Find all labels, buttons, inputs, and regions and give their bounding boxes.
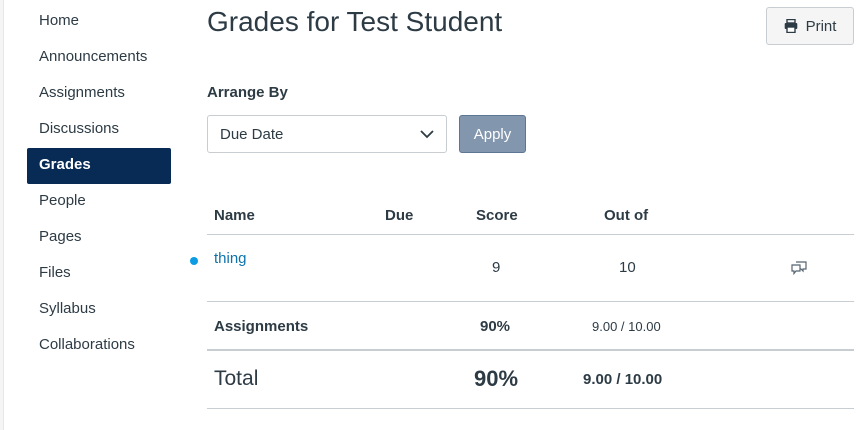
group-name: Assignments [214, 318, 309, 335]
total-score: 90% [474, 366, 519, 391]
sidebar-item-people[interactable]: People [27, 184, 171, 220]
column-header-out-of: Out of [604, 207, 649, 224]
print-label: Print [805, 17, 837, 35]
sidebar-item-files[interactable]: Files [27, 256, 171, 292]
sidebar-item-pages[interactable]: Pages [27, 220, 171, 256]
page-title: Grades for Test Student [207, 6, 503, 37]
assignment-out-of: 10 [619, 259, 636, 276]
sidebar-item-announcements[interactable]: Announcements [27, 40, 171, 76]
chevron-down-icon [420, 126, 434, 143]
table-row: thing 9 10 [190, 235, 854, 302]
column-header-due: Due [385, 207, 414, 224]
assignment-score: 9 [492, 259, 501, 276]
sidebar-item-assignments[interactable]: Assignments [27, 76, 171, 112]
total-out-of: 9.00 / 10.00 [583, 371, 663, 388]
total-row: Total 90% 9.00 / 10.00 [207, 351, 854, 409]
unread-indicator [190, 257, 198, 265]
comment-icon[interactable] [791, 261, 807, 279]
sidebar-item-grades[interactable]: Grades [27, 148, 171, 184]
column-header-score: Score [476, 207, 518, 224]
grades-table: Name Due Score Out of thing 9 10 Assignm… [190, 198, 854, 409]
table-header: Name Due Score Out of [207, 198, 854, 235]
left-edge [0, 0, 4, 430]
arrange-by-value: Due Date [220, 125, 284, 143]
sidebar-item-syllabus[interactable]: Syllabus [27, 292, 171, 328]
printer-icon [784, 19, 798, 33]
column-header-name: Name [214, 207, 255, 224]
sidebar-item-discussions[interactable]: Discussions [27, 112, 171, 148]
sidebar-item-home[interactable]: Home [27, 4, 171, 40]
assignment-group-row: Assignments 90% 9.00 / 10.00 [207, 302, 854, 351]
arrange-by-select[interactable]: Due Date [207, 115, 447, 153]
arrange-by-label: Arrange By [207, 84, 288, 101]
total-label: Total [214, 367, 259, 390]
group-out-of: 9.00 / 10.00 [592, 319, 661, 334]
apply-button[interactable]: Apply [459, 115, 526, 153]
course-nav: Home Announcements Assignments Discussio… [27, 4, 171, 364]
sidebar-item-collaborations[interactable]: Collaborations [27, 328, 171, 364]
group-score: 90% [480, 318, 511, 335]
assignment-link[interactable]: thing [214, 250, 247, 267]
print-button[interactable]: Print [766, 7, 854, 45]
